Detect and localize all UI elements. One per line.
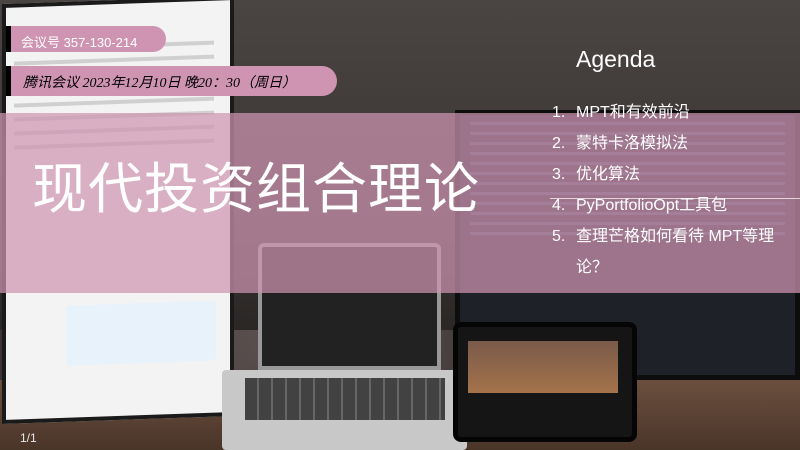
agenda-item-number: 1. <box>552 104 566 121</box>
meeting-time-text: 腾讯会议 2023年12月10日 晚20：30（周日） <box>23 76 296 91</box>
slide: 会议号 357-130-214 腾讯会议 2023年12月10日 晚20：30（… <box>0 0 800 450</box>
meeting-id-badge: 会议号 357-130-214 <box>6 26 166 52</box>
agenda-item-number: 5. <box>552 228 566 245</box>
agenda-heading: Agenda <box>576 46 656 72</box>
meeting-time-badge: 腾讯会议 2023年12月10日 晚20：30（周日） <box>6 66 337 96</box>
meeting-id-text: 会议号 357-130-214 <box>21 35 138 50</box>
agenda-item-text: MPT和有效前沿 <box>576 104 690 121</box>
tablet-image <box>468 341 618 393</box>
mindmap-thumbnail <box>66 300 216 366</box>
agenda-item-number: 4. <box>552 197 566 214</box>
agenda-item-number: 3. <box>552 166 566 183</box>
agenda-item-4: 4. PyPortfolioOpt工具包 <box>552 190 797 221</box>
page-number: 1/1 <box>20 431 37 445</box>
slide-title: 现代投资组合理论 <box>32 157 481 221</box>
agenda-item-5: 5. 查理芒格如何看待 MPT等理论？ <box>552 221 797 283</box>
tablet <box>453 322 637 442</box>
agenda-item-text: PyPortfolioOpt工具包 <box>576 197 728 214</box>
agenda-item-text: 查理芒格如何看待 MPT等理论？ <box>576 228 775 276</box>
agenda-item-1: 1. MPT和有效前沿 <box>552 97 797 128</box>
agenda-item-3: 3. 优化算法 <box>552 159 797 190</box>
agenda-item-2: 2. 蒙特卡洛模拟法 <box>552 128 797 159</box>
laptop-keyboard <box>245 378 445 420</box>
agenda-list: 1. MPT和有效前沿 2. 蒙特卡洛模拟法 3. 优化算法 4. PyPort… <box>552 97 797 283</box>
agenda-item-text: 优化算法 <box>576 166 641 183</box>
agenda-item-number: 2. <box>552 135 566 152</box>
agenda-item-text: 蒙特卡洛模拟法 <box>576 135 689 152</box>
